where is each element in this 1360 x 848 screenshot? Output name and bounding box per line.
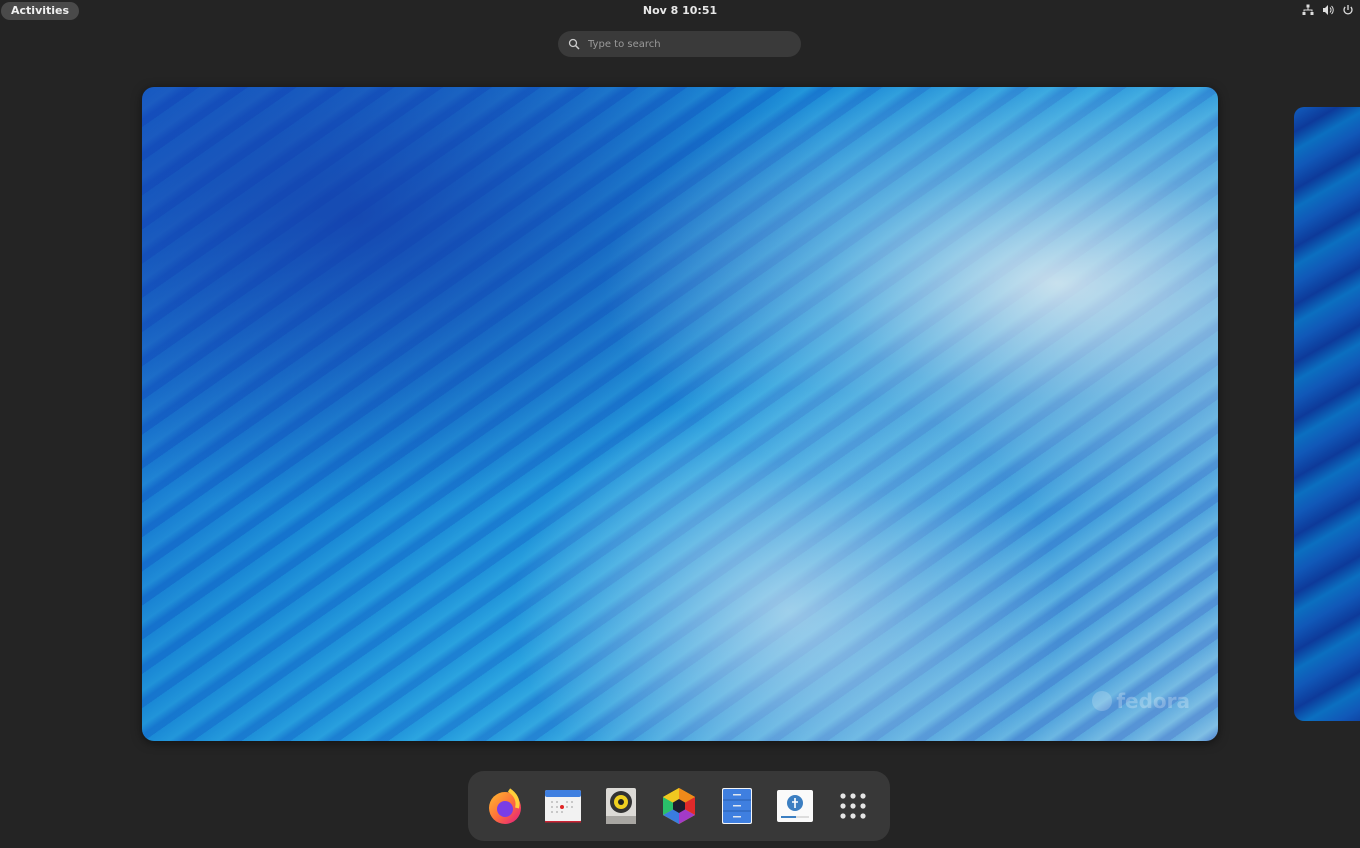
dock-rhythmbox[interactable]	[599, 784, 643, 828]
firefox-icon	[489, 788, 521, 824]
show-apps-button[interactable]	[831, 784, 875, 828]
app-grid-icon	[840, 793, 866, 819]
network-icon[interactable]	[1302, 4, 1314, 16]
volume-icon[interactable]	[1322, 4, 1334, 16]
clock[interactable]: Nov 8 10:51	[0, 4, 1360, 17]
file-cabinet-icon	[722, 788, 752, 824]
dock-photos[interactable]	[657, 784, 701, 828]
top-bar: Activities Nov 8 10:51	[0, 0, 1360, 22]
search-bar[interactable]	[558, 31, 801, 57]
fedora-watermark: fedora	[1092, 689, 1190, 713]
dock-firefox[interactable]	[483, 784, 527, 828]
power-icon[interactable]	[1342, 4, 1354, 16]
calendar-icon	[545, 790, 581, 823]
workspace-thumbnail-next[interactable]	[1294, 107, 1360, 721]
dock-files[interactable]	[715, 784, 759, 828]
workspace-thumbnail-current[interactable]: fedora	[142, 87, 1218, 741]
fedora-logo-icon	[1092, 691, 1113, 711]
search-input[interactable]	[588, 38, 788, 50]
search-icon	[568, 35, 580, 54]
dock-fedora-media-writer[interactable]	[773, 784, 817, 828]
speaker-icon	[606, 788, 636, 824]
aperture-icon	[663, 788, 695, 824]
system-tray[interactable]	[1302, 4, 1354, 16]
dash	[468, 771, 890, 841]
fedora-installer-icon	[777, 790, 813, 822]
dock-calendar[interactable]	[541, 784, 585, 828]
